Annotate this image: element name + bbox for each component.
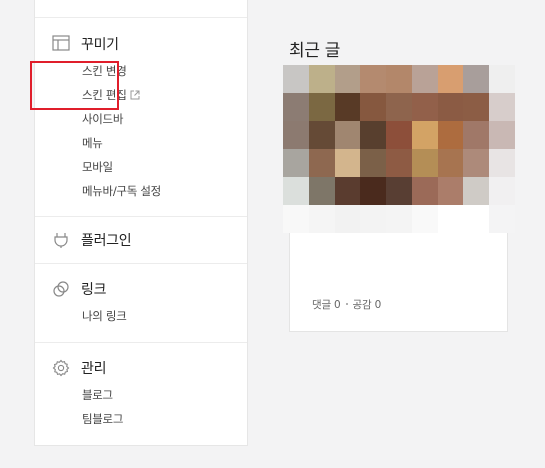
menu-item-sidebar[interactable]: 사이드바 (82, 111, 123, 127)
thumbnail-pixel (334, 177, 361, 205)
section-title-plugin[interactable]: 플러그인 (81, 230, 132, 250)
thumbnail-pixel (489, 205, 515, 233)
thumbnail-pixel (308, 121, 335, 149)
thumbnail-pixel (463, 149, 490, 177)
thumbnail-pixel (386, 93, 412, 121)
thumbnail-pixel (360, 121, 387, 149)
thumbnail-pixel (386, 205, 412, 233)
thumbnail-pixel (308, 65, 335, 93)
thumbnail-pixel (283, 177, 309, 205)
thumbnail-pixel (308, 177, 335, 205)
external-link-icon (130, 90, 140, 100)
thumbnail-pixel (360, 177, 387, 205)
menu-item-team-blog[interactable]: 팀블로그 (82, 411, 123, 427)
thumbnail-pixel (411, 205, 438, 233)
thumbnail-pixel (283, 121, 309, 149)
thumbnail-pixel (437, 93, 464, 121)
thumbnail-pixel (411, 93, 438, 121)
thumbnail-pixel (437, 149, 464, 177)
thumbnail-pixel (437, 121, 464, 149)
thumbnail-pixel (437, 65, 464, 93)
menu-item-blog[interactable]: 블로그 (82, 387, 113, 403)
thumbnail-pixel (334, 65, 361, 93)
thumbnail-pixel (334, 121, 361, 149)
thumbnail-pixel (386, 65, 412, 93)
thumbnail-pixel (308, 149, 335, 177)
thumbnail-pixel (489, 177, 515, 205)
thumbnail-pixel (437, 205, 464, 233)
section-title-decorate[interactable]: 꾸미기 (81, 34, 119, 54)
thumbnail-pixel (360, 149, 387, 177)
thumbnail-pixel (334, 205, 361, 233)
thumbnail-pixel (489, 93, 515, 121)
gear-icon (52, 359, 70, 377)
thumbnail-pixel (411, 149, 438, 177)
thumbnail-pixel (308, 205, 335, 233)
divider (35, 342, 247, 343)
thumbnail-pixel (360, 65, 387, 93)
thumbnail-pixel (411, 121, 438, 149)
divider (35, 263, 247, 264)
thumbnail-pixel (463, 65, 490, 93)
thumbnail-pixel (283, 93, 309, 121)
section-title-manage[interactable]: 관리 (81, 358, 106, 378)
thumbnail-pixel (463, 205, 490, 233)
menu-item-edit-skin[interactable]: 스킨 편집 (82, 87, 140, 103)
thumbnail-pixel (489, 149, 515, 177)
menu-item-menu[interactable]: 메뉴 (82, 135, 103, 151)
thumbnail-pixel (386, 177, 412, 205)
thumbnail-pixel (334, 149, 361, 177)
plug-icon (54, 233, 68, 248)
divider (35, 216, 247, 217)
thumbnail-pixel (437, 177, 464, 205)
thumbnail-pixel (489, 121, 515, 149)
post-meta: 댓글 0 공감 0 (312, 297, 381, 312)
sidebar: 꾸미기 스킨 변경 스킨 편집 사이드바 메뉴 모바일 메뉴바/구독 설정 플러… (34, 0, 248, 446)
comment-count: 댓글 0 (312, 299, 341, 311)
recent-posts-title: 최근 글 (289, 41, 341, 61)
thumbnail-pixel (386, 121, 412, 149)
thumbnail-pixel (283, 205, 309, 233)
thumbnail-pixel (360, 93, 387, 121)
thumbnail-pixel (463, 177, 490, 205)
link-icon (53, 281, 69, 297)
thumbnail-pixel (489, 65, 515, 93)
menu-item-my-links[interactable]: 나의 링크 (82, 308, 127, 324)
menu-item-label: 스킨 편집 (82, 88, 127, 102)
like-count: 공감 0 (352, 299, 382, 311)
thumbnail-pixel (411, 177, 438, 205)
thumbnail-pixel (360, 205, 387, 233)
thumbnail-pixel (283, 149, 309, 177)
thumbnail-pixel (283, 65, 309, 93)
thumbnail-pixel (334, 93, 361, 121)
menu-item-menubar-subscribe[interactable]: 메뉴바/구독 설정 (82, 183, 161, 199)
thumbnail-pixel (386, 149, 412, 177)
thumbnail-pixel (463, 93, 490, 121)
menu-item-mobile[interactable]: 모바일 (82, 159, 113, 175)
divider (35, 17, 247, 18)
thumbnail-pixel (463, 121, 490, 149)
separator-dot (345, 303, 348, 305)
thumbnail-pixel (411, 65, 438, 93)
post-thumbnail[interactable] (283, 65, 515, 233)
thumbnail-pixel (308, 93, 335, 121)
layout-icon (52, 35, 70, 51)
menu-item-change-skin[interactable]: 스킨 변경 (82, 63, 127, 79)
section-title-link[interactable]: 링크 (81, 279, 106, 299)
